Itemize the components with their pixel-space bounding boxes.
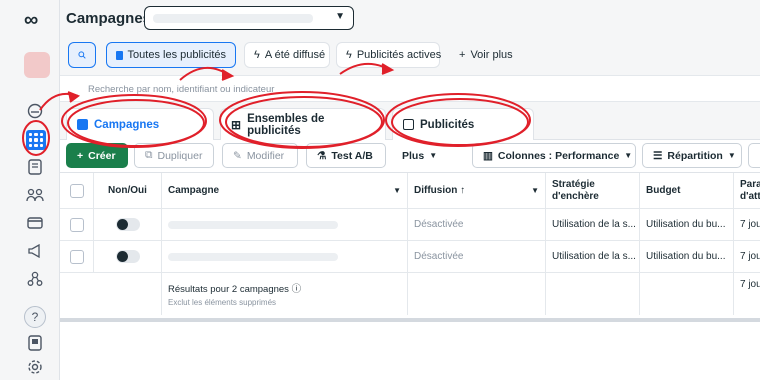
summary-attribution: 7 jou: [740, 279, 760, 290]
delivery-cell: Désactivée: [408, 209, 546, 240]
events-manager-icon[interactable]: [24, 268, 46, 290]
info-icon[interactable]: ⓘ: [292, 284, 302, 295]
ad-icon: [403, 119, 414, 130]
breakdown-icon: ☰: [653, 149, 663, 162]
sort-caret-icon: ▼: [531, 185, 539, 195]
columns-icon: ▥: [483, 149, 493, 162]
table-row[interactable]: Désactivée Utilisation de la s... Utilis…: [60, 209, 760, 241]
blurred-campaign-name[interactable]: [168, 220, 338, 229]
blurred-campaign-name[interactable]: [168, 252, 338, 261]
folder-icon: [77, 119, 88, 130]
col-delivery[interactable]: Diffusion ↑ ▼: [408, 173, 546, 208]
chevron-down-icon: ▼: [335, 11, 345, 22]
ab-test-button[interactable]: ⚗ Test A/B: [306, 143, 386, 168]
create-button[interactable]: + Créer: [66, 143, 128, 168]
plus-icon: +: [77, 149, 84, 162]
col-budget[interactable]: Budget: [640, 173, 734, 208]
ads-manager: ∞ ? Campagnes ▼ Toutes les publicités ϟ …: [0, 0, 760, 380]
page-title: Campagnes: [66, 10, 152, 27]
col-bid-strategy[interactable]: Stratégie d'enchère: [546, 173, 640, 208]
breakdown-dropdown[interactable]: ☰ Répartition ▼: [642, 143, 742, 168]
table-row[interactable]: Désactivée Utilisation de la s... Utilis…: [60, 241, 760, 273]
search-icon: [78, 51, 86, 59]
lightning-icon: ϟ: [346, 49, 352, 61]
chevron-down-icon: ▼: [727, 151, 736, 160]
blurred-account-name: [153, 14, 313, 23]
pages-icon[interactable]: [24, 156, 46, 178]
search-button[interactable]: [68, 42, 96, 68]
attribution-cell: 7 jou: [740, 251, 760, 262]
campaign-toggle[interactable]: [115, 218, 140, 231]
lightning-icon: ϟ: [254, 49, 260, 61]
col-attribution[interactable]: Para d'att: [734, 173, 760, 208]
bid-strategy-cell: Utilisation de la s...: [546, 209, 640, 240]
tab-ad-sets[interactable]: ⊞ Ensembles de publicités: [220, 108, 386, 140]
see-more-button[interactable]: + Voir plus: [450, 42, 520, 68]
delivery-cell: Désactivée: [408, 241, 546, 272]
settings-icon[interactable]: [24, 356, 46, 378]
action-toolbar: + Créer ⧉ Dupliquer ✎ Modifier ⚗ Test A/…: [60, 140, 760, 172]
sort-caret-icon: ▼: [393, 185, 401, 195]
summary-results: Résultats pour 2 campagnes: [168, 284, 289, 295]
row-checkbox[interactable]: [69, 217, 84, 232]
horizontal-scrollbar[interactable]: [60, 318, 760, 322]
notes-icon[interactable]: [24, 332, 46, 354]
filter-delivered[interactable]: ϟ A été diffusé: [244, 42, 330, 68]
columns-dropdown[interactable]: ▥ Colonnes : Performance ▼: [472, 143, 636, 168]
tab-campaigns[interactable]: Campagnes: [66, 108, 214, 140]
megaphone-icon[interactable]: [24, 240, 46, 262]
grid-icon: ⊞: [231, 117, 242, 132]
select-all-checkbox[interactable]: [69, 183, 84, 198]
level-tabs: Campagnes ⊞ Ensembles de publicités Publ…: [60, 102, 760, 140]
filter-active-ads[interactable]: ϟ Publicités actives: [336, 42, 441, 68]
campaigns-grid-icon[interactable]: [26, 130, 46, 150]
bid-strategy-cell: Utilisation de la s...: [546, 241, 640, 272]
col-campaign[interactable]: Campagne ▼: [162, 173, 408, 208]
table-header-row: Non/Oui Campagne ▼ Diffusion ↑ ▼ Stratégie…: [60, 173, 760, 209]
budget-cell: Utilisation du bu...: [640, 209, 734, 240]
account-avatar[interactable]: [24, 52, 50, 78]
overview-icon[interactable]: [24, 100, 46, 122]
flask-icon: ⚗: [317, 149, 327, 162]
export-button[interactable]: [748, 143, 760, 168]
summary-row: Résultats pour 2 campagnes ⓘ Exclut les …: [60, 273, 760, 315]
tab-ads[interactable]: Publicités: [392, 108, 534, 140]
duplicate-icon: ⧉: [145, 149, 153, 161]
filter-bar: Toutes les publicités ϟ A été diffusé ϟ …: [60, 36, 760, 76]
pencil-icon: ✎: [233, 149, 242, 162]
summary-note: Exclut les éléments supprimés: [168, 298, 277, 307]
meta-logo-icon[interactable]: ∞: [24, 9, 38, 32]
filter-all-ads[interactable]: Toutes les publicités: [106, 42, 236, 68]
row-checkbox[interactable]: [69, 249, 84, 264]
help-icon[interactable]: ?: [24, 306, 46, 328]
chevron-down-icon: ▼: [429, 151, 438, 160]
folder-icon: [116, 50, 123, 60]
budget-cell: Utilisation du bu...: [640, 241, 734, 272]
attribution-cell: 7 jou: [740, 219, 760, 230]
campaign-toggle[interactable]: [115, 250, 140, 263]
top-header: Campagnes ▼: [60, 0, 760, 36]
col-toggle[interactable]: Non/Oui: [94, 173, 162, 208]
campaign-account-select[interactable]: ▼: [144, 6, 354, 30]
audiences-icon[interactable]: [24, 184, 46, 206]
plus-icon: +: [459, 49, 466, 61]
modify-button[interactable]: ✎ Modifier: [222, 143, 298, 168]
chevron-down-icon: ▼: [624, 151, 633, 160]
search-input[interactable]: Recherche par nom, identifiant ou indica…: [60, 76, 760, 102]
duplicate-button[interactable]: ⧉ Dupliquer: [134, 143, 214, 168]
campaigns-table: Non/Oui Campagne ▼ Diffusion ↑ ▼ Stratégie…: [60, 172, 760, 320]
more-dropdown[interactable]: Plus ▼: [392, 143, 442, 168]
billing-icon[interactable]: [24, 212, 46, 234]
left-rail: ∞ ?: [0, 0, 60, 380]
